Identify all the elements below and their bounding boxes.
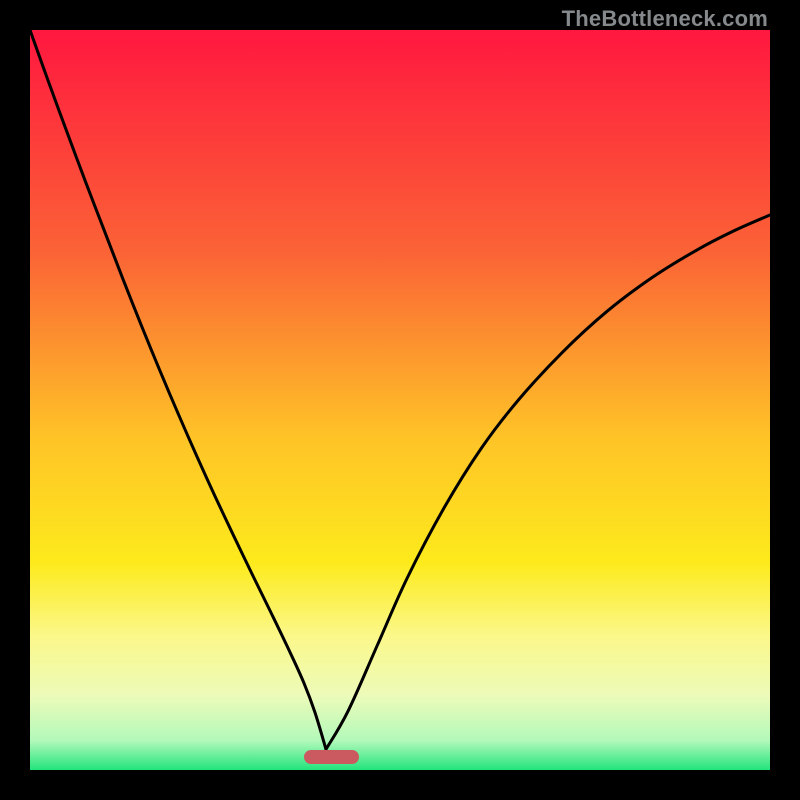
chart-frame (30, 30, 770, 770)
plot-area (30, 30, 770, 770)
watermark-text: TheBottleneck.com (562, 6, 768, 32)
gradient-background (30, 30, 770, 770)
minimum-marker (304, 750, 360, 764)
